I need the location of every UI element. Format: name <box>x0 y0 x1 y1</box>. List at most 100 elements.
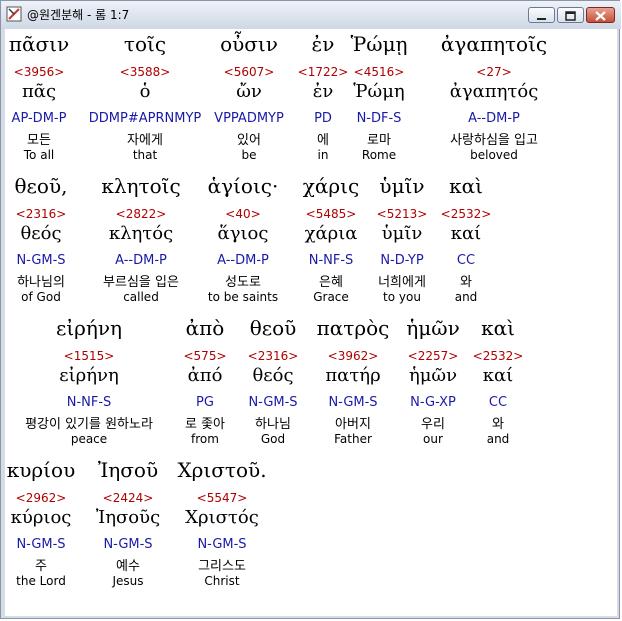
word-num: <27> <box>476 65 512 79</box>
word-num: <2822> <box>115 207 167 221</box>
word-parse: N-GM-S <box>103 537 153 552</box>
word-kor: 주 <box>35 559 47 574</box>
maximize-button[interactable] <box>557 7 584 23</box>
word-lemma: κύριος <box>10 507 72 528</box>
word-num: <2424> <box>102 491 154 505</box>
word-parse: DDMP#APRNMYP <box>88 111 202 126</box>
word-parse: AP-DM-P <box>11 111 67 126</box>
word-eng: God <box>260 432 286 446</box>
word-eng: in <box>317 148 329 162</box>
word-greek: Ῥώμῃ <box>350 32 408 56</box>
app-window: @원겐분해 - 롬 1:7 πᾶσιν <3956> πᾶς AP-DM-P 모든 To … <box>0 0 621 619</box>
word-kor: 은혜 <box>319 275 343 290</box>
word-greek: ὑμῖν <box>379 174 425 198</box>
word-lemma: ἐν <box>312 81 334 102</box>
word-num: <2532> <box>440 207 492 221</box>
word-parse: N-GM-S <box>248 395 298 410</box>
word-eng: be <box>241 148 257 162</box>
word-parse: PD <box>314 111 332 126</box>
word-parse: CC <box>456 253 476 268</box>
word-greek: ἀπὸ <box>185 316 225 340</box>
word-lemma: κλητός <box>108 223 174 244</box>
word-parse: N-GM-S <box>16 253 66 268</box>
word-greek: οὖσιν <box>220 32 278 56</box>
word-greek: πατρὸς <box>316 316 390 340</box>
word-parse: A--DM-P <box>115 253 167 268</box>
word-eng: Christ <box>204 574 240 588</box>
word-lemma: ἀπό <box>187 365 223 386</box>
word-num: <5213> <box>376 207 428 221</box>
word-parse: VPPADMYP <box>214 111 284 126</box>
word-eng: to be saints <box>207 290 279 304</box>
close-button[interactable] <box>586 7 615 23</box>
word-kor: 있어 <box>237 133 261 148</box>
word-lemma: ἀγαπητός <box>449 81 539 102</box>
word-eng: the Lord <box>16 574 66 588</box>
title-bar[interactable]: @원겐분해 - 롬 1:7 <box>1 1 621 29</box>
word-num: <2962> <box>15 491 67 505</box>
word-num: <1722> <box>297 65 349 79</box>
minimize-icon <box>537 18 546 20</box>
maximize-icon <box>565 11 576 21</box>
interlinear-view[interactable]: πᾶσιν <3956> πᾶς AP-DM-P 모든 To all τοῖς <3588> ὁ… <box>5 29 617 616</box>
word-greek: χάρις <box>302 174 360 198</box>
word-kor: 그리스도 <box>198 559 246 574</box>
word-eng: our <box>423 432 443 446</box>
word-lemma: Χριστός <box>185 507 259 528</box>
word-num: <3588> <box>119 65 171 79</box>
word-lemma: ἅγιος <box>217 223 269 244</box>
word-eng: Grace <box>313 290 349 304</box>
word-kor: 모든 <box>27 133 51 148</box>
word-greek: τοῖς <box>123 32 167 56</box>
word-parse: N-GM-S <box>197 537 247 552</box>
word-parse: PG <box>196 395 214 410</box>
word-kor: 부르심을 입은 <box>103 275 179 290</box>
word-greek: θεοῦ, <box>14 174 68 198</box>
word-greek: Χριστοῦ. <box>177 458 267 482</box>
word-kor: 성도로 <box>225 275 261 290</box>
word-lemma: θεός <box>20 223 62 244</box>
word-parse: N-DF-S <box>356 111 402 126</box>
word-eng: To all <box>23 148 55 162</box>
word-kor: 와 <box>492 417 504 432</box>
word-num: <2532> <box>472 349 524 363</box>
word-kor: 하나님 <box>255 417 291 432</box>
word-greek: ἐν <box>311 32 335 56</box>
word-num: <5547> <box>196 491 248 505</box>
word-num: <2257> <box>407 349 459 363</box>
word-num: <4516> <box>353 65 405 79</box>
word-parse: A--DM-P <box>468 111 520 126</box>
word-eng: beloved <box>470 148 518 162</box>
word-kor: 하나님의 <box>17 275 65 290</box>
word-parse: N-GM-S <box>328 395 378 410</box>
word-eng: and <box>454 290 478 304</box>
word-greek: πᾶσιν <box>8 32 70 56</box>
word-greek: Ἰησοῦ <box>97 458 159 482</box>
word-eng: and <box>486 432 510 446</box>
word-eng: of God <box>21 290 61 304</box>
word-lemma: ὤν <box>236 81 262 102</box>
minimize-button[interactable] <box>528 7 555 23</box>
word-parse: N-D-YP <box>380 253 424 268</box>
word-parse: N-NF-S <box>308 253 354 268</box>
word-greek: εἰρήνη <box>55 316 123 340</box>
word-greek: ἁγίοις· <box>207 174 279 198</box>
word-lemma: πᾶς <box>21 81 57 102</box>
word-num: <575> <box>183 349 227 363</box>
word-lemma: χάρια <box>304 223 358 244</box>
word-kor: 로 좇아 <box>184 417 226 432</box>
word-parse: N-G-XP <box>410 395 456 410</box>
word-num: <2316> <box>15 207 67 221</box>
word-lemma: εἰρήνη <box>59 365 119 386</box>
word-num: <2316> <box>247 349 299 363</box>
word-eng: to you <box>383 290 421 304</box>
word-eng: Father <box>334 432 372 446</box>
word-kor: 자에게 <box>127 133 163 148</box>
word-kor: 우리 <box>421 417 445 432</box>
word-kor: 평강이 있기를 원하노라 <box>25 417 153 432</box>
word-lemma: ὑμῖν <box>381 223 423 244</box>
window-title: @원겐분해 - 롬 1:7 <box>27 8 130 22</box>
word-num: <5607> <box>223 65 275 79</box>
word-kor: 와 <box>460 275 472 290</box>
word-lemma: ἡμῶν <box>408 365 458 386</box>
